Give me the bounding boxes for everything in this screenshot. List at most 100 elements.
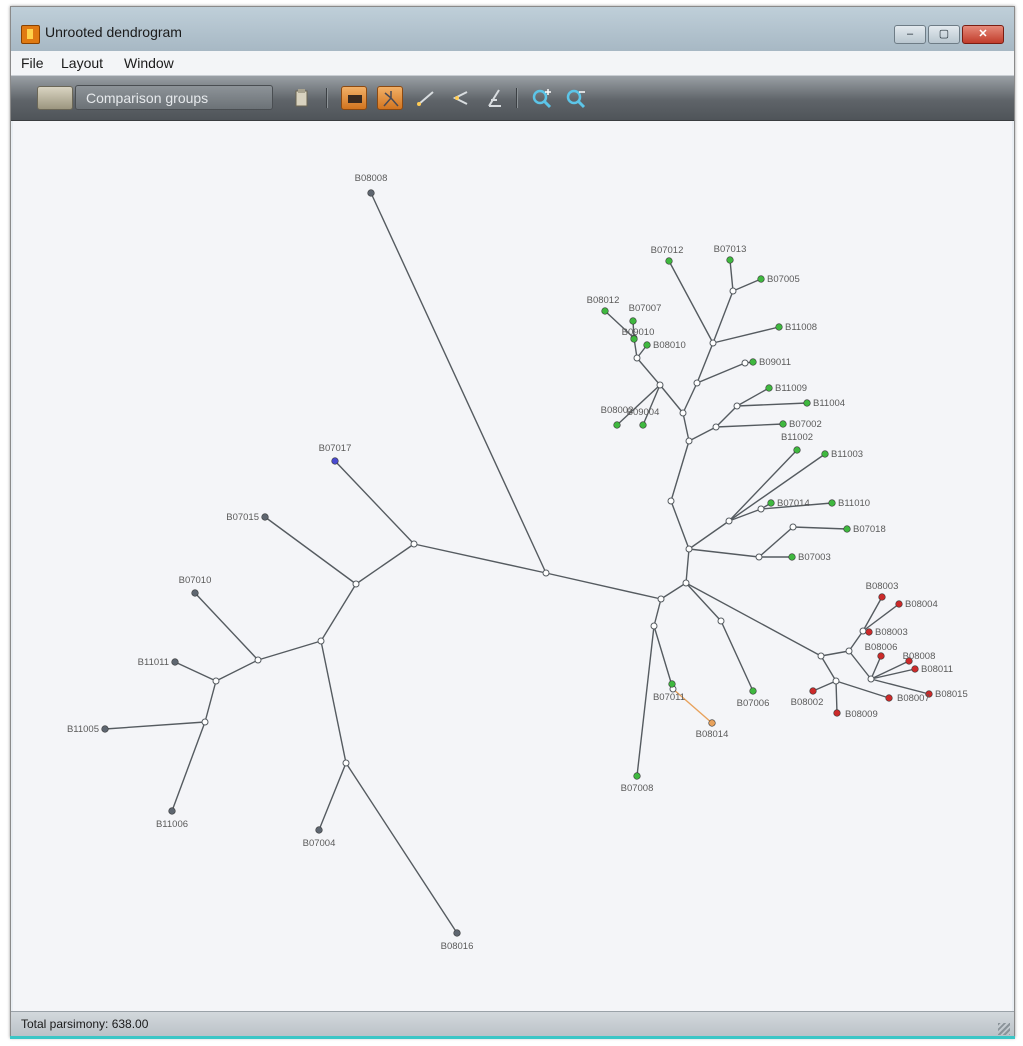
tree-branch [668,260,714,344]
leaf-node[interactable] [668,680,676,688]
folder-icon[interactable] [37,86,73,110]
leaf-node[interactable] [613,421,621,429]
leaf-label: B08012 [587,295,620,306]
leaf-node[interactable] [633,772,641,780]
tree-branch [835,680,838,714]
leaf-node[interactable] [331,457,339,465]
layout-tree-button[interactable] [377,86,403,110]
leaf-node[interactable] [261,513,269,521]
tree-branch [194,592,259,661]
leaf-label: B07017 [319,443,352,454]
rotate-button[interactable] [481,86,507,110]
leaf-label: B08015 [935,689,968,700]
tree-branch [653,625,674,690]
leaf-node[interactable] [629,317,637,325]
internal-node [679,409,687,417]
dendrogram-tree[interactable]: B08008 B07017 B07015 B07010 B11011 B11005 B110… [13,121,1012,1011]
leaf-node[interactable] [803,399,811,407]
angle-icon [488,89,501,107]
leaf-label: B07010 [179,575,212,586]
leaf-node[interactable] [171,658,179,666]
leaf-node[interactable] [833,709,841,717]
zoom-out-icon [566,89,586,109]
leaf-node[interactable] [168,807,176,815]
resize-grip[interactable] [998,1023,1010,1035]
tree-branch [670,440,690,502]
zoom-in-icon [532,89,552,109]
tree-branch [174,661,217,682]
comparison-groups-combo[interactable]: Comparison groups [75,85,273,110]
copy-button[interactable] [288,86,314,110]
leaf-node[interactable] [757,275,765,283]
leaf-node[interactable] [865,628,873,636]
line-icon [417,91,434,106]
internal-node [817,652,825,660]
leaf-node[interactable] [775,323,783,331]
leaf-node[interactable] [828,499,836,507]
zoom-out-button[interactable] [563,86,589,110]
flip-button[interactable] [447,86,473,110]
leaf-label: B11011 [138,657,169,668]
tree-branch [257,640,322,661]
internal-node [656,381,664,389]
tree-branch [848,630,864,652]
leaf-node[interactable] [708,719,716,727]
leaf-node[interactable] [665,257,673,265]
leaf-node[interactable] [885,694,893,702]
leaf-node[interactable] [749,687,757,695]
close-button[interactable]: ✕ [962,25,1004,44]
internal-node [410,540,418,548]
internal-node [867,675,875,683]
tree-branch [736,387,770,407]
leaf-node[interactable] [878,593,886,601]
leaf-label: B11004 [813,398,845,409]
maximize-button[interactable]: ▢ [928,25,960,44]
leaf-node[interactable] [643,341,651,349]
layout-radial-button[interactable] [341,86,367,110]
app-icon [21,25,40,44]
leaf-node[interactable] [749,358,757,366]
dendrogram-window: Unrooted dendrogram – ▢ ✕ File Layout Wi… [10,6,1015,1038]
leaf-node[interactable] [821,450,829,458]
zoom-in-button[interactable] [529,86,555,110]
leaf-node[interactable] [191,589,199,597]
leaf-node[interactable] [809,687,817,695]
leaf-node[interactable] [895,600,903,608]
leaf-node[interactable] [793,446,801,454]
leaf-node[interactable] [367,189,375,197]
tree-branch [820,655,837,682]
arrow-icon [452,91,468,105]
leaf-node[interactable] [453,929,461,937]
leaf-node[interactable] [911,665,919,673]
leaf-node[interactable] [843,525,851,533]
leaf-label: B11010 [838,498,870,509]
internal-node [859,627,867,635]
leaf-node[interactable] [639,421,647,429]
branch-length-button[interactable] [413,86,439,110]
leaf-label: B08014 [696,729,729,740]
tree-branch [355,543,415,585]
minimize-button[interactable]: – [894,25,926,44]
leaf-node[interactable] [601,307,609,315]
tree-branch [171,721,206,812]
title-bar[interactable]: Unrooted dendrogram – ▢ ✕ [11,7,1014,51]
leaf-node[interactable] [315,826,323,834]
tree-branch [264,516,357,585]
tree-branch [215,659,259,682]
leaf-label: B08007 [897,693,930,704]
leaf-node[interactable] [877,652,885,660]
leaf-node[interactable] [788,553,796,561]
menu-layout[interactable]: Layout [61,55,103,71]
leaf-node[interactable] [779,420,787,428]
internal-node [682,579,690,587]
leaf-node[interactable] [767,499,775,507]
leaf-node[interactable] [765,384,773,392]
menu-file[interactable]: File [21,55,44,71]
menu-window[interactable]: Window [124,55,174,71]
tree-branch [870,678,930,695]
internal-node [633,354,641,362]
dendrogram-canvas[interactable]: B08008 B07017 B07015 B07010 B11011 B11005 B110… [13,121,1012,1011]
leaf-node[interactable] [726,256,734,264]
leaf-node[interactable] [101,725,109,733]
status-bar: Total parsimony: 638.00 [11,1011,1014,1037]
